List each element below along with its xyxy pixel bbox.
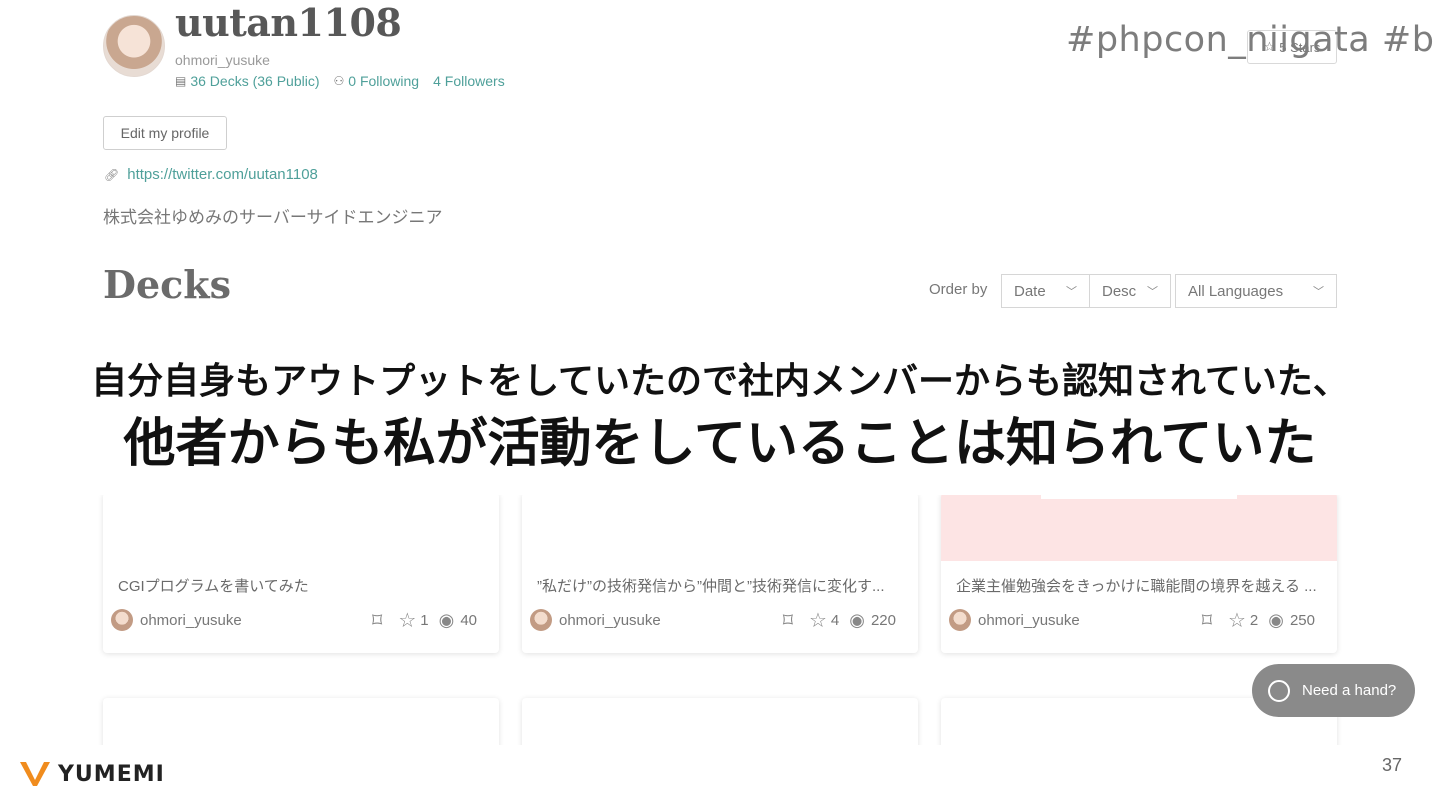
following-label: 0 Following — [348, 73, 420, 89]
page-number: 37 — [1382, 755, 1403, 775]
decks-count-label: 36 Decks (36 Public) — [190, 73, 320, 89]
star-icon[interactable]: ☆ — [398, 608, 416, 633]
order-field-value: Date — [1014, 282, 1046, 300]
deck-footer: ohmori_yusuke ⌑ ☆ 2 ◉ 250 — [949, 606, 1325, 634]
deck-footer: ohmori_yusuke ⌑ ☆ 4 ◉ 220 — [530, 606, 906, 634]
eye-icon: ◉ — [438, 609, 455, 630]
slide-hashtag: #phpcon_niigata #b — [1066, 20, 1435, 60]
deck-title[interactable]: CGIプログラムを書いてみた — [118, 575, 488, 596]
deck-title[interactable]: 企業主催勉強会をきっかけに職能間の境界を越える ... — [956, 575, 1326, 596]
yumemi-logo-icon — [20, 760, 50, 788]
order-by-label: Order by — [929, 281, 988, 298]
deck-card[interactable]: ”私だけ”の技術発信から”仲間と”技術発信に変化す... ohmori_yusu… — [522, 493, 918, 653]
deck-author[interactable]: ohmori_yusuke — [559, 612, 783, 629]
deck-stars: 2 — [1249, 611, 1259, 629]
profile-link[interactable]: 🔗︎ https://twitter.com/uutan1108 — [104, 166, 318, 183]
profile-stats: ▤ 36 Decks (36 Public) ⚇ 0 Following 4 F… — [175, 73, 505, 89]
deck-views: 40 — [460, 611, 477, 629]
deck-thumbnail[interactable] — [941, 493, 1337, 561]
order-direction-value: Desc — [1102, 282, 1137, 300]
deck-stars: 4 — [830, 611, 840, 629]
logo-wordmark: YUMEMI — [58, 761, 165, 787]
caption-line-1: 自分自身もアウトプットをしていたので社内メンバーからも認知されていた、 — [91, 361, 1349, 402]
eye-icon: ◉ — [1268, 609, 1284, 630]
deck-author[interactable]: ohmori_yusuke — [140, 612, 372, 629]
deck-title[interactable]: ”私だけ”の技術発信から”仲間と”技術発信に変化す... — [537, 575, 907, 596]
followers-link[interactable]: 4 Followers — [433, 73, 505, 89]
yumemi-logo: YUMEMI — [20, 760, 165, 788]
help-chat-button[interactable]: Need a hand? — [1252, 664, 1415, 717]
order-field-select[interactable]: Date ﹀ — [1001, 274, 1090, 308]
author-avatar[interactable] — [530, 609, 552, 631]
decks-count-link[interactable]: ▤ 36 Decks (36 Public) — [175, 73, 320, 89]
author-avatar[interactable] — [949, 609, 971, 631]
caption-line-2: 他者からも私が活動をしていることは知られていた — [123, 414, 1317, 474]
followers-label: 4 Followers — [433, 73, 505, 89]
deck-author[interactable]: ohmori_yusuke — [978, 612, 1202, 629]
profile-handle: ohmori_yusuke — [175, 52, 270, 68]
people-icon: ⚇ — [333, 74, 345, 88]
deck-views: 250 — [1289, 611, 1315, 629]
profile-bio: 株式会社ゆめみのサーバーサイドエンジニア — [103, 208, 443, 227]
deck-card[interactable] — [522, 698, 918, 745]
deck-thumbnail[interactable] — [103, 493, 499, 561]
link-icon: 🔗︎ — [104, 167, 120, 182]
deck-card[interactable]: CGIプログラムを書いてみた ohmori_yusuke ⌑ ☆ 1 ◉ 40 — [103, 493, 499, 653]
deck-icon: ▤ — [175, 74, 187, 88]
profile-link-url[interactable]: https://twitter.com/uutan1108 — [127, 166, 318, 183]
language-value: All Languages — [1188, 282, 1284, 300]
bookmark-icon[interactable]: ⌑ — [372, 608, 382, 633]
edit-profile-button[interactable]: Edit my profile — [103, 116, 227, 150]
chevron-down-icon: ﹀ — [1066, 286, 1077, 298]
bookmark-icon[interactable]: ⌑ — [783, 608, 793, 633]
chat-icon — [1268, 679, 1290, 702]
help-label: Need a hand? — [1302, 682, 1397, 699]
deck-footer: ohmori_yusuke ⌑ ☆ 1 ◉ 40 — [111, 606, 487, 634]
author-avatar[interactable] — [111, 609, 133, 631]
decks-heading: Decks — [103, 262, 231, 307]
order-direction-select[interactable]: Desc ﹀ — [1089, 274, 1171, 308]
deck-stars: 1 — [420, 611, 429, 629]
chevron-down-icon: ﹀ — [1313, 286, 1324, 298]
deck-card[interactable]: 企業主催勉強会をきっかけに職能間の境界を越える ... ohmori_yusuk… — [941, 493, 1337, 653]
avatar[interactable] — [103, 15, 165, 77]
deck-thumbnail[interactable] — [522, 493, 918, 561]
chevron-down-icon: ﹀ — [1147, 286, 1158, 298]
following-link[interactable]: ⚇ 0 Following — [334, 73, 420, 89]
bookmark-icon[interactable]: ⌑ — [1202, 608, 1212, 633]
eye-icon: ◉ — [849, 609, 865, 630]
profile-username: uutan1108 — [175, 0, 402, 45]
star-icon[interactable]: ☆ — [1228, 608, 1246, 633]
deck-card[interactable] — [103, 698, 499, 745]
star-icon[interactable]: ☆ — [809, 608, 827, 633]
language-select[interactable]: All Languages ﹀ — [1175, 274, 1337, 308]
deck-views: 220 — [870, 611, 896, 629]
